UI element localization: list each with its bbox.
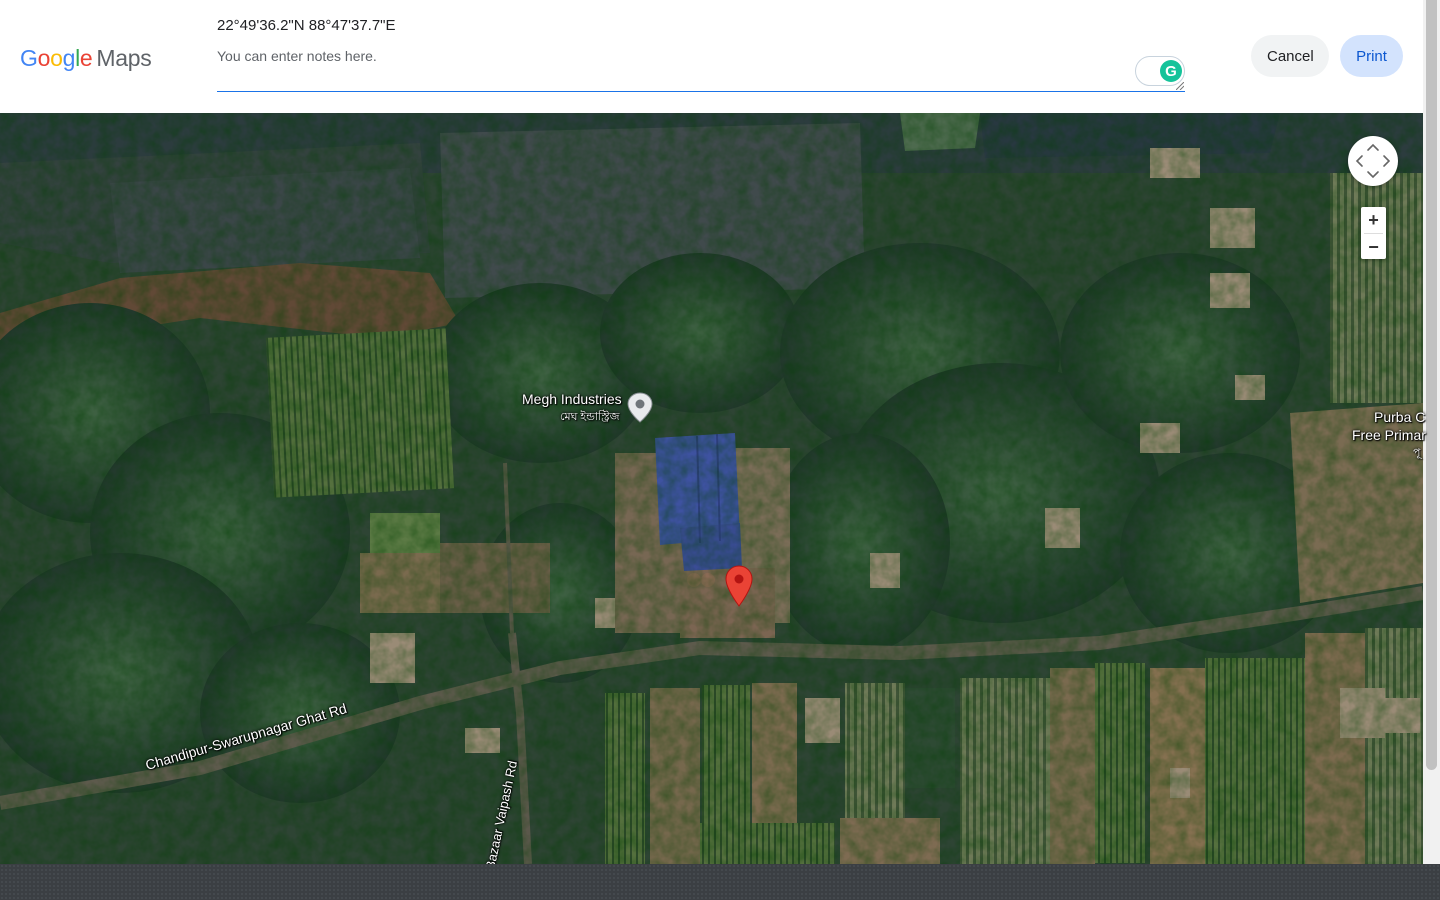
scrollbar-thumb[interactable]: [1426, 0, 1437, 770]
zoom-out-button[interactable]: −: [1361, 234, 1386, 260]
notes-textarea[interactable]: [217, 42, 1185, 91]
notes-container: G: [217, 42, 1185, 92]
place-label-line3: পূ: [1413, 447, 1421, 459]
coordinates-title: 22°49'36.2"N 88°47'37.7"E: [217, 17, 396, 34]
zoom-in-button[interactable]: +: [1361, 207, 1386, 233]
poi-label[interactable]: Megh Industries: [522, 391, 622, 407]
footer-background: [0, 864, 1440, 900]
zoom-control: + −: [1361, 207, 1386, 259]
logo-google-word: Google: [20, 45, 93, 71]
logo-maps-word: Maps: [96, 45, 152, 71]
poi-local-label: মেঘ ইন্ডাস্ট্রিজ: [560, 411, 620, 423]
google-maps-logo: Google Maps: [20, 44, 152, 72]
print-header: GoogleMaps 22°49'36.2"N 88°47'37.7"E G C…: [0, 0, 1423, 113]
grammarly-icon: G: [1160, 60, 1182, 82]
place-pin-icon[interactable]: [626, 392, 654, 424]
red-marker-icon[interactable]: [725, 565, 753, 607]
compass-arrows-icon: [1355, 143, 1391, 179]
compass-control[interactable]: [1348, 136, 1398, 186]
place-label[interactable]: Purba C: [1374, 409, 1425, 425]
resize-handle-icon[interactable]: [1176, 82, 1184, 90]
place-label-line2: Free Primar: [1352, 427, 1426, 443]
cancel-button[interactable]: Cancel: [1251, 35, 1329, 77]
print-button[interactable]: Print: [1340, 35, 1403, 77]
